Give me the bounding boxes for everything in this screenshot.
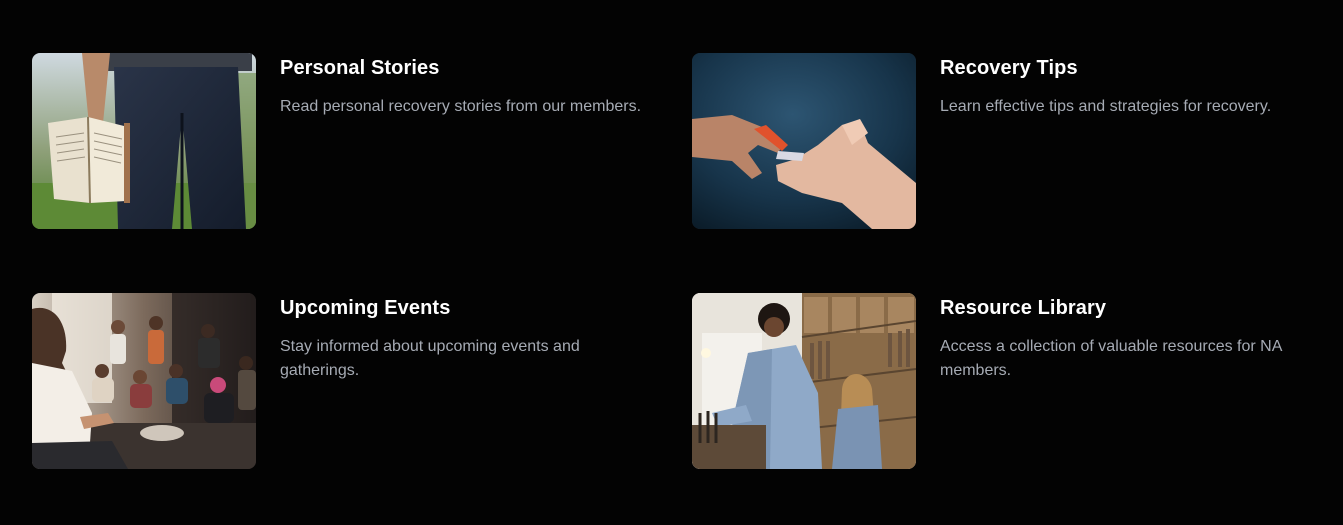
upcoming-events-image bbox=[32, 293, 256, 469]
card-description: Access a collection of valuable resource… bbox=[940, 338, 1282, 379]
card-description: Learn effective tips and strategies for … bbox=[940, 98, 1272, 115]
card-description: Stay informed about upcoming events and … bbox=[280, 338, 580, 379]
resource-library-image bbox=[692, 293, 916, 469]
card-title[interactable]: Resource Library bbox=[940, 294, 1320, 322]
card-personal-stories[interactable]: Personal Stories Read personal recovery … bbox=[32, 53, 672, 229]
card-resource-library[interactable]: Resource Library Access a collection of … bbox=[692, 293, 1332, 469]
card-recovery-tips[interactable]: Recovery Tips Learn effective tips and s… bbox=[692, 53, 1332, 229]
recovery-tips-image bbox=[692, 53, 916, 229]
personal-stories-image bbox=[32, 53, 256, 229]
card-upcoming-events[interactable]: Upcoming Events Stay informed about upco… bbox=[32, 293, 672, 469]
card-description: Read personal recovery stories from our … bbox=[280, 98, 642, 115]
card-title[interactable]: Personal Stories bbox=[280, 54, 660, 82]
card-title[interactable]: Upcoming Events bbox=[280, 294, 660, 322]
card-title[interactable]: Recovery Tips bbox=[940, 54, 1320, 82]
